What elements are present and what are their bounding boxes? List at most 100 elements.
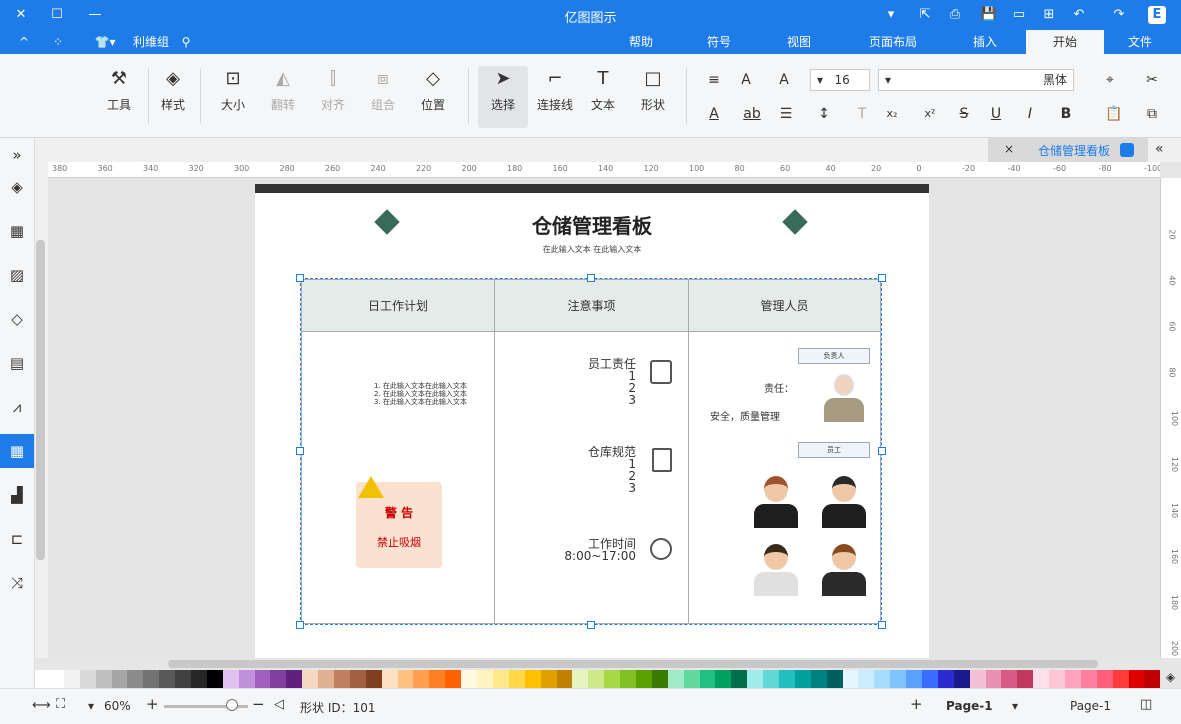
fit-width-icon[interactable]: ⟷: [32, 698, 51, 713]
no-fill-swatch[interactable]: [35, 670, 48, 688]
copy-icon[interactable]: ⧉: [1142, 104, 1162, 124]
color-swatch[interactable]: [1049, 670, 1065, 688]
color-swatch[interactable]: [238, 670, 255, 688]
board-title[interactable]: 仓储管理看板: [255, 210, 929, 239]
color-swatch[interactable]: [683, 670, 700, 688]
fill-icon[interactable]: ◈: [6, 176, 28, 198]
color-swatch[interactable]: [477, 670, 493, 688]
zoom-out-icon[interactable]: −: [252, 695, 265, 713]
horizontal-scrollbar[interactable]: [168, 660, 1098, 668]
drawing-canvas[interactable]: 仓储管理看板 在此输入文本 在此输入文本 日工作计划 注意事项 管理人员 1. …: [48, 178, 1160, 658]
color-swatch[interactable]: [286, 670, 303, 688]
color-swatch[interactable]: [349, 670, 366, 688]
color-swatch[interactable]: [969, 670, 986, 688]
document-tab[interactable]: × 仓储管理看板: [988, 138, 1148, 162]
color-swatch[interactable]: [937, 670, 954, 688]
color-swatch[interactable]: [635, 670, 652, 688]
resize-handle[interactable]: [878, 621, 886, 629]
new-icon[interactable]: ⊞: [1040, 6, 1058, 24]
color-swatch[interactable]: [1096, 670, 1113, 688]
select-button[interactable]: ➤ 选择: [478, 66, 528, 128]
paste-icon[interactable]: 📋: [1104, 104, 1124, 124]
tab-insert[interactable]: 插入: [950, 30, 1020, 54]
fill-bucket-icon[interactable]: ◈: [1160, 670, 1181, 688]
color-swatch[interactable]: [48, 670, 64, 688]
image-icon[interactable]: ▨: [6, 264, 28, 286]
export-icon[interactable]: ⇱: [916, 6, 934, 24]
color-swatch[interactable]: [1033, 670, 1050, 688]
color-swatch[interactable]: [492, 670, 509, 688]
color-swatch[interactable]: [1065, 670, 1081, 688]
color-swatch[interactable]: [445, 670, 462, 688]
play-icon[interactable]: ◁: [274, 697, 284, 712]
subscript-icon[interactable]: x₂: [882, 104, 902, 124]
color-swatch[interactable]: [222, 670, 239, 688]
color-swatch[interactable]: [556, 670, 573, 688]
grid-icon[interactable]: ▦: [6, 220, 28, 242]
color-swatch[interactable]: [778, 670, 795, 688]
size-button[interactable]: ⊡ 大小: [216, 68, 250, 113]
underline-icon[interactable]: U: [986, 104, 1006, 124]
color-swatch[interactable]: [143, 670, 160, 688]
color-swatch[interactable]: [763, 670, 779, 688]
maximize-icon[interactable]: ☐: [48, 6, 66, 24]
tab-home[interactable]: 开始: [1026, 30, 1104, 54]
apps-icon[interactable]: ⁘: [48, 30, 68, 54]
tab-page-layout[interactable]: 页面布局: [848, 30, 938, 54]
color-swatch[interactable]: [63, 670, 80, 688]
paragraph-icon[interactable]: ≡: [704, 70, 724, 90]
color-swatch[interactable]: [524, 670, 541, 688]
color-swatch[interactable]: [461, 670, 478, 688]
color-swatch[interactable]: [365, 670, 382, 688]
color-swatch[interactable]: [921, 670, 938, 688]
color-swatch[interactable]: [1017, 670, 1034, 688]
format-painter-icon[interactable]: ⌖: [1100, 70, 1120, 90]
bullet-label[interactable]: 利维组: [126, 30, 176, 54]
font-size-select[interactable]: ▾ 16: [810, 69, 870, 91]
color-swatch[interactable]: [175, 670, 192, 688]
color-swatch[interactable]: [334, 670, 350, 688]
color-swatch[interactable]: [1144, 670, 1161, 688]
color-swatch[interactable]: [906, 670, 922, 688]
color-swatch[interactable]: [731, 670, 748, 688]
color-swatch[interactable]: [508, 670, 525, 688]
zoom-slider-handle[interactable]: [226, 699, 238, 711]
fullscreen-icon[interactable]: ⛶: [56, 697, 65, 712]
color-swatch[interactable]: [254, 670, 271, 688]
cut-icon[interactable]: ✂: [1142, 70, 1162, 90]
shrink-font-icon[interactable]: A: [736, 70, 756, 90]
color-swatch[interactable]: [127, 670, 144, 688]
zoom-value[interactable]: 60%: [104, 699, 131, 713]
shape-button[interactable]: □ 形状: [636, 68, 670, 113]
redo-icon[interactable]: ↷: [1110, 6, 1128, 24]
color-swatch[interactable]: [191, 670, 207, 688]
color-swatch[interactable]: [715, 670, 732, 688]
color-swatch[interactable]: [270, 670, 287, 688]
resize-handle[interactable]: [878, 447, 886, 455]
layers-icon[interactable]: ◇: [6, 308, 28, 330]
shuffle-icon[interactable]: ⤨: [6, 572, 28, 594]
flip-button[interactable]: ◭ 翻转: [266, 68, 300, 113]
color-swatch[interactable]: [858, 670, 875, 688]
dropdown-icon[interactable]: ▾: [882, 6, 900, 24]
collapse-icon[interactable]: ^: [14, 30, 34, 54]
color-swatch[interactable]: [111, 670, 128, 688]
shirt-icon[interactable]: 👕▾: [88, 30, 122, 54]
resize-handle[interactable]: [296, 447, 304, 455]
resize-handle[interactable]: [296, 274, 304, 282]
line-spacing-icon[interactable]: ↕: [814, 104, 834, 124]
tools-button[interactable]: ⚒ 工具: [100, 68, 138, 113]
align-button[interactable]: ⫿ 对齐: [316, 68, 350, 113]
expand-right-icon[interactable]: «: [1155, 141, 1164, 157]
italic-icon[interactable]: I: [1020, 104, 1040, 124]
bold-icon[interactable]: B: [1056, 104, 1076, 124]
color-swatch[interactable]: [890, 670, 907, 688]
pages-icon[interactable]: ▤: [6, 352, 28, 374]
text-button[interactable]: T 文本: [586, 68, 620, 113]
save-icon[interactable]: 💾: [980, 6, 998, 24]
color-swatch[interactable]: [413, 670, 430, 688]
share-icon[interactable]: ⚲: [176, 30, 196, 54]
tab-close-icon[interactable]: ×: [1004, 142, 1014, 156]
color-swatch[interactable]: [318, 670, 335, 688]
chart-icon[interactable]: ⩘: [6, 396, 28, 418]
